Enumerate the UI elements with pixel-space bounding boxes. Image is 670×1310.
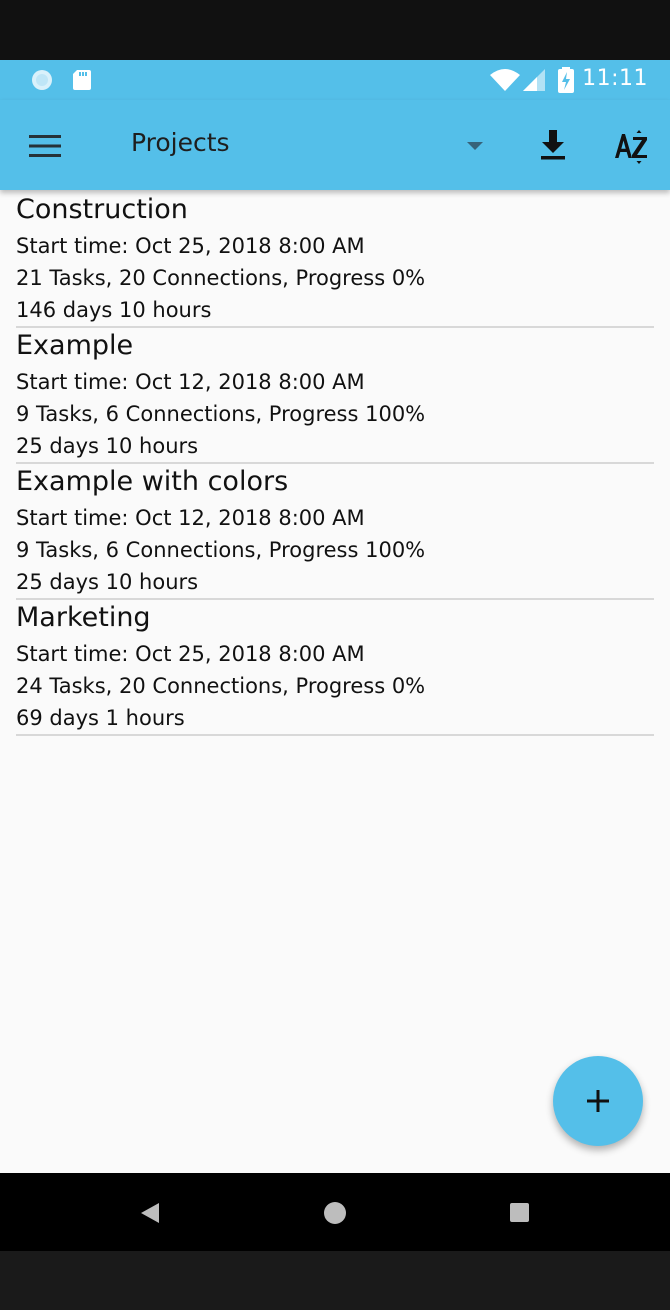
project-name: Construction [16, 194, 188, 225]
device-frame-bottom [0, 1251, 670, 1310]
system-nav-bar [0, 1173, 670, 1251]
sort-az-icon [615, 130, 647, 164]
project-start-time: Start time: Oct 12, 2018 8:00 AM [16, 506, 365, 530]
status-bar: 11:11 [0, 60, 670, 100]
battery-charging-icon [558, 67, 574, 93]
import-button[interactable] [530, 124, 576, 170]
circle-notification-icon [32, 70, 52, 90]
project-start-time: Start time: Oct 25, 2018 8:00 AM [16, 234, 365, 258]
project-stats: 21 Tasks, 20 Connections, Progress 0% [16, 266, 426, 290]
project-list: Construction Start time: Oct 25, 2018 8:… [0, 190, 670, 1173]
device-frame-top [0, 0, 670, 60]
project-filter-spinner-label[interactable]: Projects [131, 128, 230, 157]
recents-icon[interactable] [510, 1203, 529, 1222]
project-duration: 25 days 10 hours [16, 434, 199, 458]
project-duration: 69 days 1 hours [16, 706, 185, 730]
home-icon[interactable] [324, 1202, 346, 1224]
add-project-button[interactable] [553, 1056, 643, 1146]
project-name: Example with colors [16, 466, 289, 497]
dropdown-arrow-icon[interactable] [462, 138, 488, 156]
cell-signal-icon [523, 69, 545, 91]
project-start-time: Start time: Oct 25, 2018 8:00 AM [16, 642, 365, 666]
menu-button[interactable] [22, 123, 68, 169]
sd-card-icon [73, 70, 91, 90]
sort-button[interactable] [606, 124, 656, 170]
project-item-marketing[interactable]: Marketing Start time: Oct 25, 2018 8:00 … [16, 598, 654, 736]
project-stats: 9 Tasks, 6 Connections, Progress 100% [16, 538, 426, 562]
project-stats: 9 Tasks, 6 Connections, Progress 100% [16, 402, 426, 426]
project-duration: 146 days 10 hours [16, 298, 212, 322]
project-start-time: Start time: Oct 12, 2018 8:00 AM [16, 370, 365, 394]
back-icon[interactable] [138, 1201, 162, 1225]
project-item-construction[interactable]: Construction Start time: Oct 25, 2018 8:… [16, 190, 654, 328]
project-name: Marketing [16, 602, 151, 633]
app-toolbar: Projects [0, 100, 670, 190]
project-stats: 24 Tasks, 20 Connections, Progress 0% [16, 674, 426, 698]
project-item-example[interactable]: Example Start time: Oct 12, 2018 8:00 AM… [16, 326, 654, 464]
download-icon [541, 130, 565, 160]
project-duration: 25 days 10 hours [16, 570, 199, 594]
wifi-icon [490, 69, 520, 91]
status-time: 11:11 [582, 66, 648, 91]
menu-icon [29, 135, 61, 157]
project-name: Example [16, 330, 134, 361]
plus-icon [587, 1090, 609, 1112]
project-item-example-with-colors[interactable]: Example with colors Start time: Oct 12, … [16, 462, 654, 600]
